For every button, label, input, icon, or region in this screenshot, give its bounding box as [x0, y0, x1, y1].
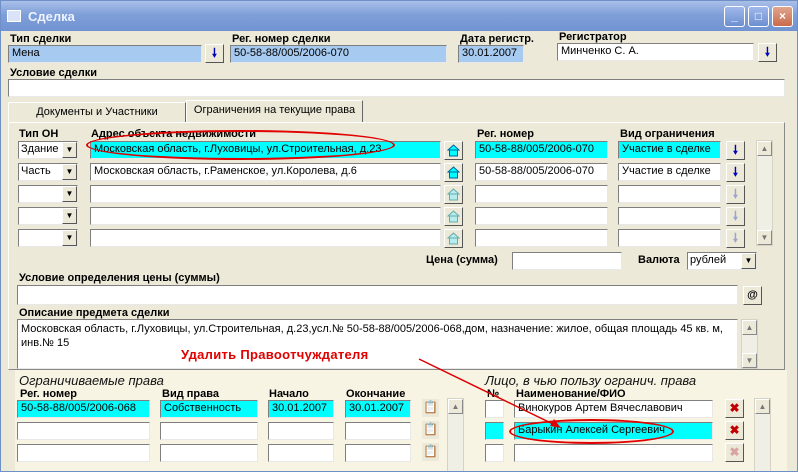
annotation-arrow — [418, 358, 561, 428]
deal-window: Сделка _ □ × Тип сделки Мена 🠗 Рег. номе… — [0, 0, 798, 472]
